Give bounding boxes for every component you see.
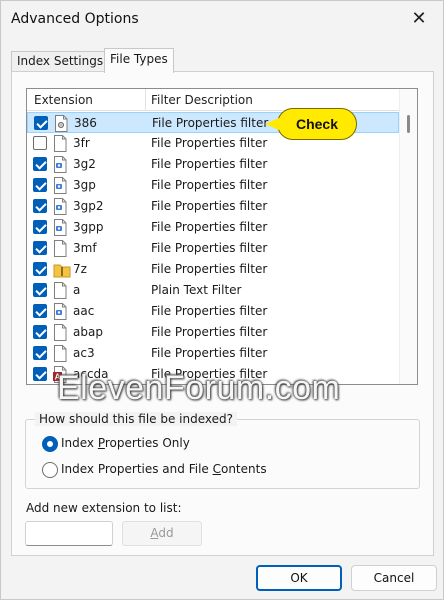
close-icon[interactable]: ✕ bbox=[409, 9, 429, 29]
ok-button[interactable]: OK bbox=[256, 565, 342, 591]
table-row[interactable]: aac File Properties filter bbox=[27, 301, 399, 322]
row-checkbox[interactable] bbox=[33, 346, 47, 360]
row-filter-description: File Properties filter bbox=[151, 262, 268, 276]
blank-file-icon bbox=[53, 324, 67, 341]
media-file-icon bbox=[53, 219, 67, 236]
row-filter-description: File Properties filter bbox=[151, 346, 268, 360]
advanced-options-dialog: Advanced Options ✕ Index Settings File T… bbox=[0, 0, 444, 600]
check-callout: Check bbox=[277, 108, 357, 140]
column-divider[interactable] bbox=[145, 89, 146, 111]
row-extension: 3fr bbox=[73, 136, 90, 150]
row-extension: 7z bbox=[73, 262, 87, 276]
row-checkbox[interactable] bbox=[33, 220, 47, 234]
table-row[interactable]: 3gp File Properties filter bbox=[27, 175, 399, 196]
table-row[interactable]: abap File Properties filter bbox=[27, 322, 399, 343]
blank-file-icon bbox=[53, 345, 67, 362]
row-extension: a bbox=[73, 283, 81, 297]
row-checkbox[interactable] bbox=[33, 178, 47, 192]
list-rows: 386 File Properties filter 3fr File Propert… bbox=[27, 112, 399, 384]
window-title: Advanced Options bbox=[11, 11, 139, 27]
column-filter-description[interactable]: Filter Description bbox=[151, 93, 253, 107]
table-row[interactable]: 3g2 File Properties filter bbox=[27, 154, 399, 175]
callout-pointer bbox=[265, 118, 279, 130]
radio-label-index-properties-and-contents[interactable]: Index Properties and File Contents bbox=[61, 462, 267, 476]
media-file-icon bbox=[53, 303, 67, 320]
table-row[interactable]: 3mf File Properties filter bbox=[27, 238, 399, 259]
row-extension: 3mf bbox=[73, 241, 97, 255]
row-checkbox[interactable] bbox=[33, 283, 47, 297]
file-types-list[interactable]: Extension Filter Description 386 File Pro… bbox=[26, 88, 418, 385]
radio-index-properties-and-contents[interactable] bbox=[42, 462, 58, 478]
row-filter-description: File Properties filter bbox=[151, 199, 268, 213]
row-checkbox[interactable] bbox=[33, 304, 47, 318]
row-extension: 3gp bbox=[73, 178, 96, 192]
row-filter-description: Plain Text Filter bbox=[151, 283, 242, 297]
index-group: Index Properties Only Index Properties a… bbox=[25, 419, 420, 489]
media-file-icon bbox=[53, 156, 67, 173]
row-extension: abap bbox=[73, 325, 103, 339]
folder-zip-icon bbox=[53, 261, 71, 278]
row-extension: ac3 bbox=[73, 346, 95, 360]
row-extension: 3g2 bbox=[73, 157, 96, 171]
row-filter-description: File Properties filter bbox=[151, 325, 268, 339]
table-row[interactable]: 3gp2 File Properties filter bbox=[27, 196, 399, 217]
blank-file-icon bbox=[53, 135, 67, 152]
title-bar: Advanced Options ✕ bbox=[1, 1, 443, 39]
blank-file-icon bbox=[53, 240, 67, 257]
tab-file-types[interactable]: File Types bbox=[104, 48, 174, 73]
row-filter-description: File Properties filter bbox=[152, 116, 269, 130]
cancel-button[interactable]: Cancel bbox=[351, 565, 437, 591]
row-extension: 3gpp bbox=[73, 220, 104, 234]
row-checkbox[interactable] bbox=[33, 136, 47, 150]
media-file-icon bbox=[53, 198, 67, 215]
row-extension: aac bbox=[73, 304, 95, 318]
row-checkbox[interactable] bbox=[33, 199, 47, 213]
row-checkbox[interactable] bbox=[33, 157, 47, 171]
row-checkbox[interactable] bbox=[33, 262, 47, 276]
row-checkbox[interactable] bbox=[33, 325, 47, 339]
add-extension-label: Add new extension to list: bbox=[26, 501, 182, 515]
row-filter-description: File Properties filter bbox=[151, 220, 268, 234]
row-checkbox[interactable] bbox=[34, 116, 48, 130]
row-filter-description: File Properties filter bbox=[151, 157, 268, 171]
media-file-icon bbox=[53, 177, 67, 194]
row-extension: 3gp2 bbox=[73, 199, 104, 213]
row-checkbox[interactable] bbox=[33, 367, 47, 381]
vertical-scrollbar[interactable] bbox=[399, 89, 417, 384]
table-row[interactable]: 7z File Properties filter bbox=[27, 259, 399, 280]
add-button[interactable]: Add bbox=[122, 521, 202, 546]
table-row[interactable]: ac3 File Properties filter bbox=[27, 343, 399, 364]
blank-file-icon bbox=[53, 282, 67, 299]
index-group-label: How should this file be indexed? bbox=[35, 412, 238, 426]
scrollbar-thumb[interactable] bbox=[407, 115, 410, 133]
tab-index-settings[interactable]: Index Settings bbox=[11, 51, 110, 72]
row-filter-description: File Properties filter bbox=[151, 178, 268, 192]
row-filter-description: File Properties filter bbox=[151, 136, 268, 150]
radio-label-index-properties-only[interactable]: Index Properties Only bbox=[61, 436, 190, 450]
table-row[interactable]: a Plain Text Filter bbox=[27, 280, 399, 301]
column-extension[interactable]: Extension bbox=[34, 93, 93, 107]
radio-index-properties-only[interactable] bbox=[42, 436, 58, 452]
row-filter-description: File Properties filter bbox=[151, 241, 268, 255]
extension-input[interactable] bbox=[25, 521, 113, 546]
row-filter-description: File Properties filter bbox=[151, 304, 268, 318]
table-row[interactable]: 3gpp File Properties filter bbox=[27, 217, 399, 238]
watermark: ElevenForum.com bbox=[57, 369, 341, 407]
row-checkbox[interactable] bbox=[33, 241, 47, 255]
system-file-icon bbox=[54, 115, 68, 132]
row-extension: 386 bbox=[74, 116, 97, 130]
